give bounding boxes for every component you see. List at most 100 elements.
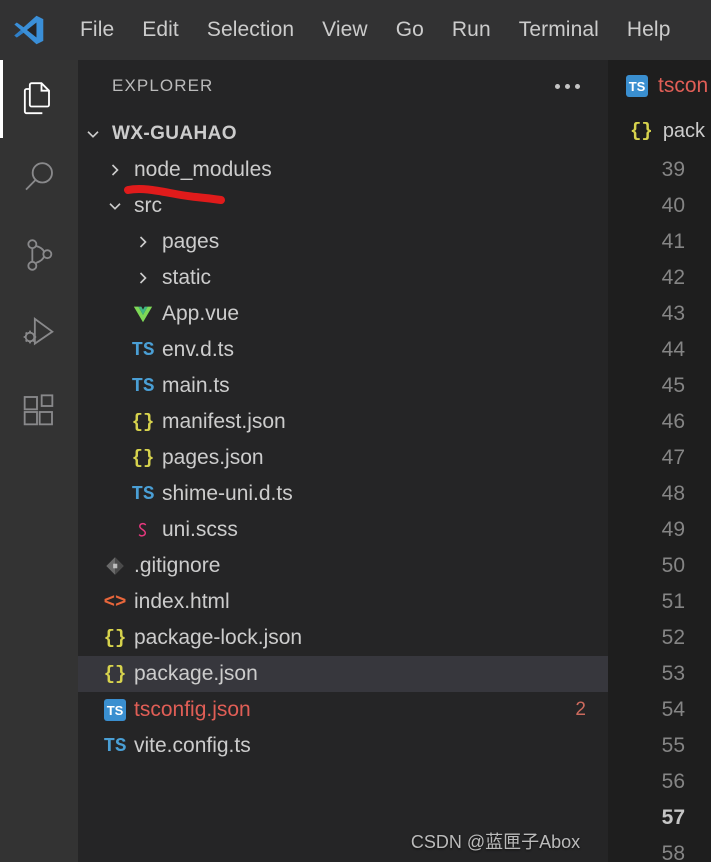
menu-bar: File Edit Selection View Go Run Terminal… [66,14,684,46]
tree-label-package-lock-json: package-lock.json [134,626,303,649]
typescript-icon: TS [103,735,127,757]
activity-item-run-and-debug[interactable] [0,294,78,372]
tree-label-index-html: index.html [134,590,230,613]
status-badge: 2 [575,699,586,720]
extensions-icon [23,394,54,426]
explorer-header: EXPLORER [78,60,608,112]
editor-group: TS tscon {} pack 39 40 41 42 43 44 45 46… [608,60,711,862]
tree-label-package-json: package.json [134,662,258,685]
vscode-window: File Edit Selection View Go Run Terminal… [0,0,711,862]
tree-row-tsconfig-json[interactable]: TS tsconfig.json 2 [78,692,608,728]
watermark: CSDN @蓝匣子Abox [0,828,711,854]
tsconfig-icon: TS [100,699,130,721]
menu-item-view[interactable]: View [308,14,382,46]
files-icon [23,82,50,115]
tree-row-pages-json[interactable]: {} pages.json [78,440,608,476]
tree-label-main-ts: main.ts [162,374,230,397]
tree-label-app-vue: App.vue [162,302,240,325]
breadcrumb[interactable]: {} pack [608,112,711,150]
chevron-down-icon[interactable] [100,196,130,216]
menu-item-selection[interactable]: Selection [193,14,308,46]
tree-label-pages-json: pages.json [162,446,264,469]
ts-badge-label: TS [104,699,126,721]
menu-item-file[interactable]: File [66,14,128,46]
line-number: 47 [661,446,685,469]
chevron-down-icon[interactable] [78,124,108,144]
tree-label-node_modules: node_modules [134,158,272,181]
json-icon: {} [103,663,127,685]
json-icon: {} [630,120,653,142]
menu-item-edit[interactable]: Edit [128,14,193,46]
activity-bar [0,60,78,862]
line-number: 48 [661,482,685,505]
typescript-icon: TS [131,339,155,361]
editor-tab-tsconfig-json[interactable]: TS tscon [608,60,711,112]
tree-row-package-lock-json[interactable]: {} package-lock.json [78,620,608,656]
json-icon: {} [131,411,155,433]
sass-icon [128,519,158,541]
line-number: 43 [661,302,685,325]
source-control-icon [27,239,53,271]
line-number: 45 [661,374,685,397]
editor-tab-label: tscon [658,74,709,97]
line-number: 41 [661,230,685,253]
breadcrumb-label: pack [662,119,706,142]
menu-item-terminal[interactable]: Terminal [505,14,613,46]
line-number: 55 [661,734,685,757]
tree-label-env-d-ts: env.d.ts [162,338,234,361]
tree-label-uni-scss: uni.scss [162,518,238,541]
line-number: 39 [661,158,685,181]
line-number-gutter: 39 40 41 42 43 44 45 46 47 48 49 50 51 5… [608,150,711,862]
chevron-right-icon[interactable] [128,232,158,252]
tree-row-pages[interactable]: pages [78,224,608,260]
line-number: 42 [661,266,685,289]
typescript-icon: TS [131,375,155,397]
chevron-right-icon[interactable] [100,160,130,180]
json-icon: {} [103,627,127,649]
tree-row-shime-uni-d-ts[interactable]: TS shime-uni.d.ts [78,476,608,512]
line-number: 53 [661,662,685,685]
line-number: 49 [661,518,685,541]
tree-label-tsconfig-json: tsconfig.json [134,698,251,721]
chevron-right-icon[interactable] [128,268,158,288]
activity-item-search[interactable] [0,138,78,216]
tree-label-src: src [134,194,162,217]
search-icon [25,162,53,191]
file-tree: WX-GUAHAO node_modules src pages static … [78,112,608,764]
html-icon: <> [103,591,127,613]
tree-label-root: WX-GUAHAO [112,123,237,144]
tree-row-main-ts[interactable]: TS main.ts [78,368,608,404]
line-number: 51 [661,590,685,613]
vue-icon [128,303,158,325]
explorer-sidebar: EXPLORER WX-GUAHAO node_modules src page… [78,60,608,862]
tree-row-app-vue[interactable]: App.vue [78,296,608,332]
line-number: 44 [661,338,685,361]
tree-row-env-d-ts[interactable]: TS env.d.ts [78,332,608,368]
tree-row-vite-config-ts[interactable]: TS vite.config.ts [78,728,608,764]
tree-row-static[interactable]: static [78,260,608,296]
line-number: 40 [661,194,685,217]
typescript-icon: TS [131,483,155,505]
tree-row-node_modules[interactable]: node_modules [78,152,608,188]
typescript-icon: TS [626,75,648,97]
line-number: 46 [661,410,685,433]
tree-row-package-json[interactable]: {} package.json [78,656,608,692]
tree-row-src[interactable]: src [78,188,608,224]
activity-item-source-control[interactable] [0,216,78,294]
menu-item-help[interactable]: Help [613,14,685,46]
watermark-text: CSDN @蓝匣子Abox [410,832,581,852]
tree-row-index-html[interactable]: <> index.html [78,584,608,620]
menu-item-run[interactable]: Run [438,14,505,46]
tree-label-pages: pages [162,230,220,253]
ellipsis-icon[interactable] [551,78,584,95]
menu-item-go[interactable]: Go [382,14,438,46]
editor-tab-bar: TS tscon [608,60,711,112]
tree-row-gitignore[interactable]: .gitignore [78,548,608,584]
tree-row-root[interactable]: WX-GUAHAO [78,116,608,152]
tree-row-manifest-json[interactable]: {} manifest.json [78,404,608,440]
line-number: 56 [661,770,685,793]
tree-row-uni-scss[interactable]: uni.scss [78,512,608,548]
activity-item-extensions[interactable] [0,372,78,450]
activity-item-explorer[interactable] [0,60,78,138]
json-icon: {} [131,447,155,469]
